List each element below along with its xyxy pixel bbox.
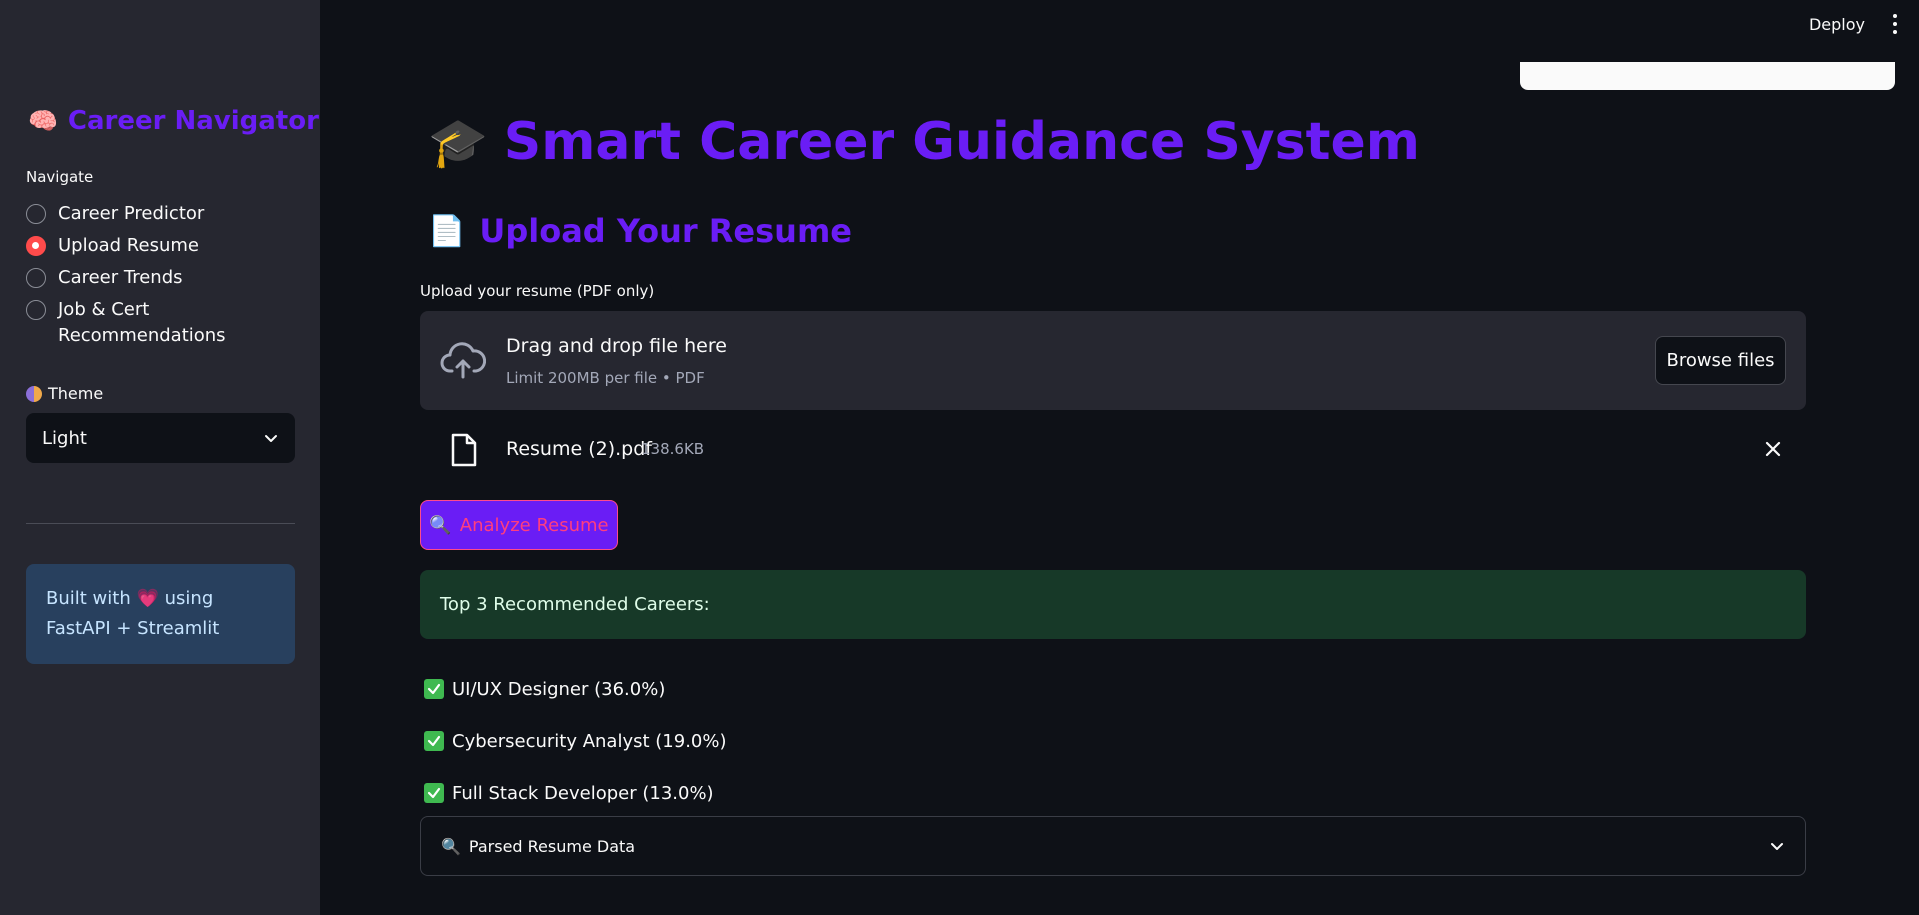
file-dropzone[interactable]: Drag and drop file here Limit 200MB per …: [420, 311, 1806, 410]
deploy-button[interactable]: Deploy: [1809, 15, 1865, 34]
app-header: Deploy: [1809, 14, 1897, 34]
brain-icon: 🧠: [28, 107, 58, 135]
check-icon: [424, 679, 444, 699]
brand-title: 🧠 Career Navigator: [28, 106, 319, 136]
section-title: 📄 Upload Your Resume: [428, 212, 852, 250]
radio-icon[interactable]: [26, 204, 46, 224]
info-box: Built with 💗 using FastAPI + Streamlit: [26, 564, 295, 664]
analyze-resume-button[interactable]: 🔍 Analyze Resume: [420, 500, 618, 550]
nav-item-upload-resume[interactable]: Upload Resume: [26, 233, 296, 265]
graduation-cap-icon: 🎓: [428, 114, 488, 171]
nav-item-label: Upload Resume: [58, 235, 199, 256]
expander-label-text: Parsed Resume Data: [468, 836, 636, 856]
magnifier-icon: 🔍: [429, 514, 452, 536]
file-name: Resume (2).pdf: [506, 438, 652, 460]
radio-icon[interactable]: [26, 300, 46, 320]
dropzone-title: Drag and drop file here: [506, 335, 727, 357]
close-icon[interactable]: [1762, 438, 1784, 460]
dropzone-subtitle: Limit 200MB per file • PDF: [506, 369, 705, 387]
info-text-1: Built with: [46, 588, 131, 609]
file-size: 138.6KB: [641, 440, 705, 458]
career-label: UI/UX Designer (36.0%): [452, 678, 666, 700]
list-item: Full Stack Developer (13.0%): [424, 767, 727, 819]
theme-label: Theme: [26, 384, 103, 403]
sidebar-divider: [26, 523, 295, 524]
check-icon: [424, 731, 444, 751]
browse-files-button[interactable]: Browse files: [1655, 336, 1786, 385]
sidebar: 🧠 Career Navigator Navigate Career Predi…: [0, 0, 320, 915]
nav-item-label: Career Predictor: [58, 203, 205, 224]
success-alert: Top 3 Recommended Careers:: [420, 570, 1806, 639]
nav-item-career-predictor[interactable]: Career Predictor: [26, 201, 296, 233]
heart-icon: 💗: [136, 588, 159, 609]
palette-icon: [26, 385, 42, 402]
nav-item-career-trends[interactable]: Career Trends: [26, 265, 296, 297]
chevron-down-icon: [265, 435, 277, 442]
parsed-data-expander[interactable]: 🔍 Parsed Resume Data: [420, 816, 1806, 876]
cloud-upload-icon: [440, 342, 486, 379]
career-label: Cybersecurity Analyst (19.0%): [452, 730, 727, 752]
file-icon: [451, 433, 477, 467]
check-icon: [424, 783, 444, 803]
more-options-icon[interactable]: [1893, 14, 1897, 34]
upload-label: Upload your resume (PDF only): [420, 282, 655, 300]
section-title-text: Upload Your Resume: [479, 212, 852, 250]
radio-icon[interactable]: [26, 268, 46, 288]
page-title-text: Smart Career Guidance System: [503, 112, 1420, 172]
analyze-label: Analyze Resume: [459, 514, 609, 536]
radio-checked-icon[interactable]: [26, 236, 46, 256]
nav-label: Navigate: [26, 168, 94, 186]
career-label: Full Stack Developer (13.0%): [452, 782, 714, 804]
document-icon: 📄: [428, 213, 466, 249]
toast-bar: [1520, 62, 1895, 90]
list-item: Cybersecurity Analyst (19.0%): [424, 715, 727, 767]
nav-item-label: Job & Cert Recommendations: [58, 299, 226, 346]
chevron-down-icon: [1771, 843, 1783, 850]
theme-select[interactable]: Light: [26, 413, 295, 463]
nav-item-label: Career Trends: [58, 267, 183, 288]
theme-label-text: Theme: [48, 384, 104, 403]
nav-radio-group: Career Predictor Upload Resume Career Tr…: [26, 201, 296, 361]
magnifier-icon: 🔍: [441, 836, 461, 856]
theme-select-value: Light: [42, 427, 87, 449]
page-title: 🎓 Smart Career Guidance System: [428, 112, 1420, 172]
list-item: UI/UX Designer (36.0%): [424, 663, 727, 715]
uploaded-file-row: Resume (2).pdf 138.6KB: [420, 426, 1806, 476]
expander-header: 🔍 Parsed Resume Data: [441, 837, 635, 856]
nav-item-job-cert[interactable]: Job & Cert Recommendations: [26, 297, 296, 361]
success-text: Top 3 Recommended Careers:: [440, 594, 710, 615]
brand-label: Career Navigator: [67, 106, 319, 136]
career-list: UI/UX Designer (36.0%) Cybersecurity Ana…: [424, 663, 727, 819]
